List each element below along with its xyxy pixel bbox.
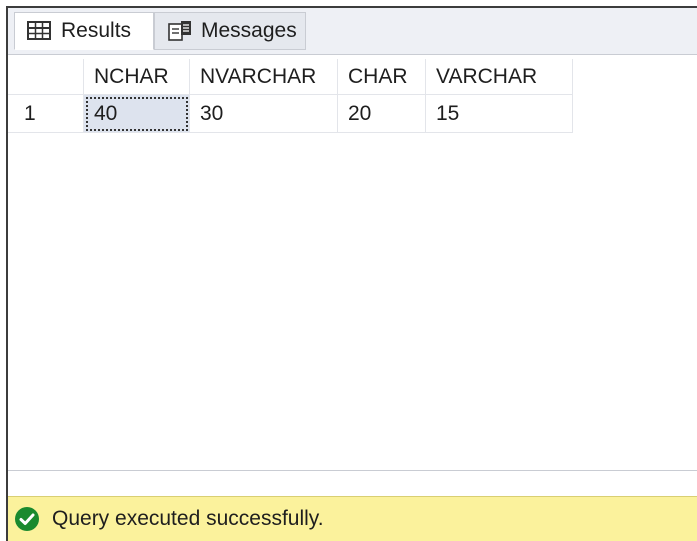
cell-varchar[interactable]: 15	[426, 95, 573, 133]
grid-bottom-strip	[8, 470, 697, 497]
cell-nvarchar[interactable]: 30	[190, 95, 338, 133]
tab-messages[interactable]: Messages	[154, 12, 306, 50]
row-number[interactable]: 1	[8, 95, 84, 133]
results-pane: Results Messages NCHAR NVARCHAR CHAR VAR…	[6, 6, 697, 541]
column-header-nvarchar[interactable]: NVARCHAR	[190, 59, 338, 95]
tab-results-label: Results	[61, 19, 132, 42]
grid-icon	[27, 20, 53, 42]
tab-results[interactable]: Results	[14, 12, 154, 50]
column-header-varchar[interactable]: VARCHAR	[426, 59, 573, 95]
column-header-char[interactable]: CHAR	[338, 59, 426, 95]
grid-header-row: NCHAR NVARCHAR CHAR VARCHAR	[8, 59, 573, 95]
messages-icon	[167, 20, 193, 42]
results-tabbar: Results Messages	[8, 8, 697, 55]
column-header-nchar[interactable]: NCHAR	[84, 59, 190, 95]
results-grid[interactable]: NCHAR NVARCHAR CHAR VARCHAR 1 40 30 20 1…	[8, 55, 697, 471]
cell-nchar[interactable]: 40	[84, 95, 190, 133]
tab-messages-label: Messages	[201, 19, 297, 42]
cell-char[interactable]: 20	[338, 95, 426, 133]
column-header-rownum	[8, 59, 84, 95]
table-row[interactable]: 1 40 30 20 15	[8, 95, 573, 133]
status-bar: Query executed successfully.	[8, 496, 697, 541]
check-circle-icon	[14, 506, 40, 532]
status-text: Query executed successfully.	[52, 507, 324, 530]
